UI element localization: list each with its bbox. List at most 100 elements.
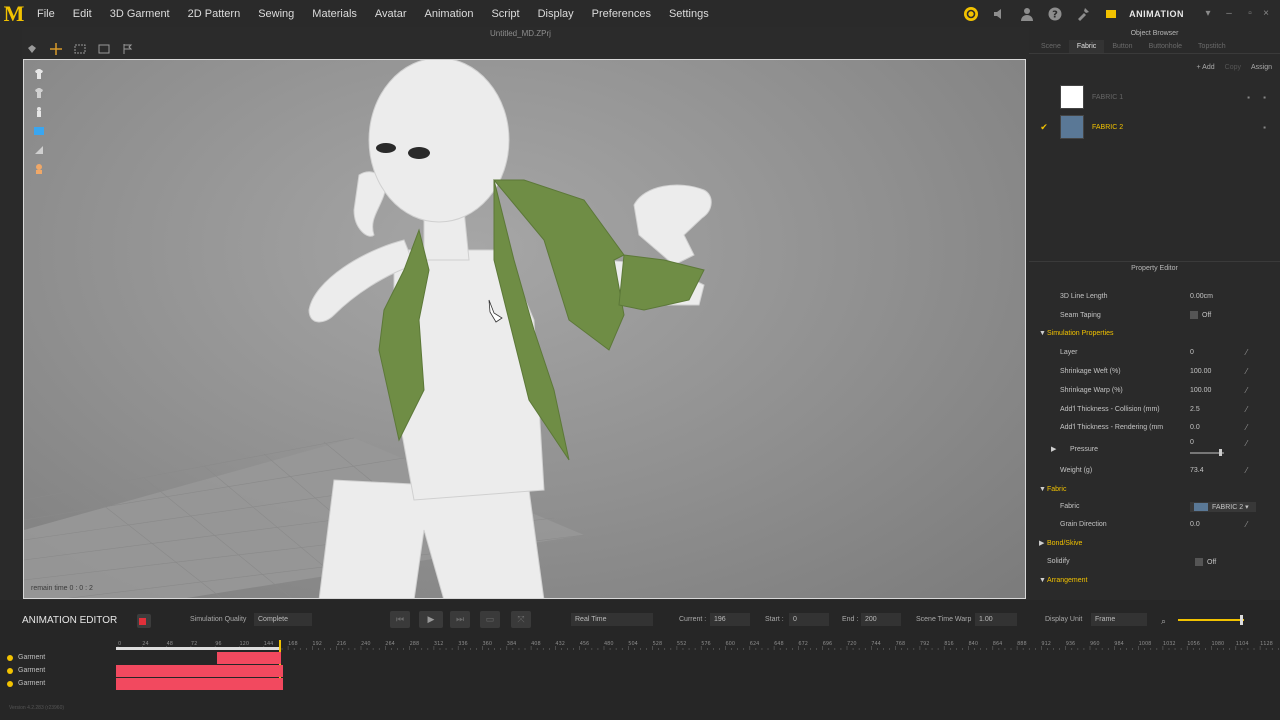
edit-icon[interactable]: ⁄	[1246, 520, 1247, 529]
menu-2d-pattern[interactable]: 2D Pattern	[179, 8, 250, 20]
menu-materials[interactable]: Materials	[303, 8, 366, 20]
skip-back-icon[interactable]: ⏮	[390, 611, 410, 628]
menu-settings[interactable]: Settings	[660, 8, 718, 20]
fabric-row-1[interactable]: FABRIC 1 ▪ ▪	[1029, 82, 1280, 112]
playback-speed-select[interactable]: Real Time	[571, 613, 653, 626]
prop-value[interactable]: 0	[1190, 439, 1194, 446]
edit-icon[interactable]: ⁄	[1246, 348, 1247, 357]
section-fabric[interactable]: ▼ Fabric	[1029, 480, 1280, 499]
track-clip[interactable]	[116, 665, 283, 677]
animation-mode-icon[interactable]	[1097, 0, 1125, 27]
assign-button[interactable]: Assign	[1251, 64, 1272, 82]
garment-outline-icon[interactable]	[32, 86, 46, 100]
tab-buttonhole[interactable]: Buttonhole	[1141, 40, 1190, 53]
skip-forward-icon[interactable]: ⏭	[450, 611, 470, 628]
move-icon[interactable]	[48, 41, 64, 57]
zoom-slider-handle[interactable]	[1240, 615, 1243, 625]
tab-button[interactable]: Button	[1104, 40, 1140, 53]
seam-taping-toggle[interactable]: Off	[1190, 311, 1211, 320]
track-row[interactable]: Garment	[0, 664, 1280, 678]
track-row[interactable]: Garment	[0, 677, 1280, 691]
avatar-skin-icon[interactable]	[32, 162, 46, 176]
section-arrangement[interactable]: ▼ Arrangement	[1029, 571, 1280, 590]
tab-fabric[interactable]: Fabric	[1068, 40, 1105, 53]
display-unit-select[interactable]: Frame	[1091, 613, 1147, 626]
track-row[interactable]: Garment	[0, 651, 1280, 665]
close-icon[interactable]: ×	[1258, 8, 1274, 19]
export-icon[interactable]: ⤧	[511, 611, 531, 628]
track-clip[interactable]	[116, 678, 283, 690]
track-clip[interactable]	[217, 652, 281, 664]
menu-sewing[interactable]: Sewing	[249, 8, 303, 20]
start-frame-input[interactable]: 0	[789, 613, 829, 626]
current-frame-input[interactable]: 196	[710, 613, 750, 626]
expand-triangle-icon[interactable]: ▶	[1051, 445, 1056, 453]
prop-value[interactable]: 73.4	[1190, 467, 1204, 474]
user-icon[interactable]	[1013, 0, 1041, 27]
edit-icon[interactable]: ⁄	[1246, 439, 1247, 448]
delete-icon[interactable]: ▪	[1247, 93, 1250, 102]
edit-icon[interactable]: ⁄	[1246, 367, 1247, 376]
checkbox[interactable]	[1190, 311, 1198, 320]
play-icon[interactable]: ▶	[419, 611, 443, 628]
transform-icon[interactable]	[72, 41, 88, 57]
menu-script[interactable]: Script	[482, 8, 528, 20]
solidify-toggle[interactable]: Off	[1195, 557, 1216, 566]
record-button[interactable]	[137, 614, 151, 628]
prop-value[interactable]: 100.00	[1190, 387, 1211, 394]
texture-icon[interactable]	[32, 143, 46, 157]
help-icon[interactable]: ?	[1041, 0, 1069, 27]
garment-view-icon[interactable]	[32, 67, 46, 81]
plugin-icon[interactable]	[1069, 0, 1097, 27]
3d-viewport[interactable]	[23, 59, 1026, 599]
edit-icon[interactable]: ⁄	[1246, 405, 1247, 414]
menu-file[interactable]: File	[28, 8, 64, 20]
time-warp-input[interactable]: 1.00	[975, 613, 1017, 626]
expand-triangle-icon[interactable]: ▼	[1039, 486, 1046, 493]
minimize-icon[interactable]: –	[1216, 8, 1242, 19]
maximize-icon[interactable]: ▫	[1242, 8, 1258, 19]
prop-value[interactable]: 2.5	[1190, 406, 1200, 413]
expand-triangle-icon[interactable]: ▼	[1039, 577, 1046, 584]
section-bond-skive[interactable]: ▶ Bond/Skive	[1029, 534, 1280, 553]
timeline-ruler[interactable]: 0 24 48 72 96 120 144 168 192 216 240 264 288 312 336 3…	[116, 638, 1280, 650]
edit-icon[interactable]: ⁄	[1246, 466, 1247, 475]
box-select-icon[interactable]	[96, 41, 112, 57]
chevron-down-icon[interactable]: ▾	[1200, 8, 1216, 19]
tab-topstitch[interactable]: Topstitch	[1190, 40, 1234, 53]
fabric-row-2[interactable]: ✔ FABRIC 2 ▪	[1029, 112, 1280, 142]
flag-icon[interactable]	[120, 41, 136, 57]
copy-button[interactable]: Copy	[1225, 64, 1241, 82]
menu-3d-garment[interactable]: 3D Garment	[101, 8, 179, 20]
expand-triangle-icon[interactable]: ▶	[1039, 539, 1044, 547]
expand-triangle-icon[interactable]: ▼	[1039, 330, 1046, 337]
zoom-slider[interactable]	[1178, 619, 1244, 621]
save-icon[interactable]: ▪	[1263, 93, 1266, 102]
loop-icon[interactable]: ▭	[480, 611, 500, 628]
mode-selector[interactable]: ANIMATION	[1129, 9, 1184, 19]
fabric-select[interactable]: FABRIC 2 ▾	[1190, 501, 1256, 513]
edit-icon[interactable]: ⁄	[1246, 386, 1247, 395]
sync-icon[interactable]	[957, 0, 985, 27]
zoom-icon[interactable]: ⌕	[1161, 616, 1166, 627]
prop-value[interactable]: 0	[1190, 349, 1194, 356]
menu-edit[interactable]: Edit	[64, 8, 101, 20]
slider-handle[interactable]	[1219, 449, 1222, 457]
checkbox[interactable]	[1195, 557, 1203, 566]
section-simulation[interactable]: ▼ Simulation Properties	[1029, 325, 1280, 344]
save-icon[interactable]: ▪	[1263, 123, 1266, 132]
sim-quality-select[interactable]: Complete	[254, 613, 312, 626]
menu-animation[interactable]: Animation	[416, 8, 483, 20]
menu-preferences[interactable]: Preferences	[583, 8, 660, 20]
select-icon[interactable]	[24, 41, 40, 57]
prop-value[interactable]: 0.0	[1190, 424, 1200, 431]
end-frame-input[interactable]: 200	[861, 613, 901, 626]
prop-value[interactable]: 100.00	[1190, 368, 1211, 375]
menu-avatar[interactable]: Avatar	[366, 8, 416, 20]
fabric-view-icon[interactable]	[32, 124, 46, 138]
tab-scene[interactable]: Scene	[1033, 40, 1069, 53]
prop-value[interactable]: 0.00cm	[1190, 293, 1213, 300]
edit-icon[interactable]: ⁄	[1246, 423, 1247, 432]
prop-value[interactable]: 0.0	[1190, 521, 1200, 528]
avatar-view-icon[interactable]	[32, 105, 46, 119]
